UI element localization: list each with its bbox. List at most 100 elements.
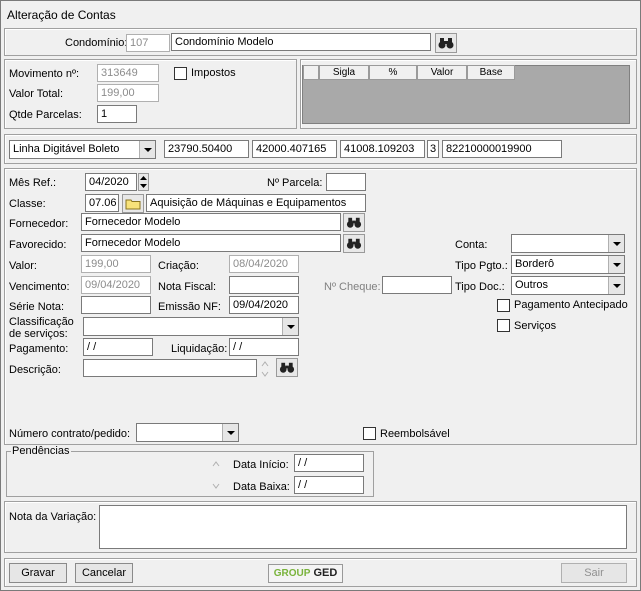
classe-name-field[interactable]: Aquisição de Máquinas e Equipamentos (146, 194, 366, 212)
conta-label: Conta: (455, 239, 488, 251)
mes-ref-field[interactable]: 04/2020 (85, 173, 137, 191)
binoculars-icon (279, 362, 295, 373)
num-parcela-field[interactable] (326, 173, 366, 191)
movimento-label: Movimento nº: (9, 68, 80, 80)
descricao-label: Descrição: (9, 364, 61, 376)
chevron-down-icon (608, 235, 624, 252)
qtde-parcelas-label: Qtde Parcelas: (9, 109, 82, 121)
tax-grid-col-base[interactable]: Base (467, 65, 515, 80)
favorecido-label: Favorecido: (9, 239, 67, 251)
liquidacao-field[interactable]: / / (229, 338, 299, 356)
barcode-type-select[interactable]: Linha Digitável Boleto (9, 140, 156, 159)
classe-code-field[interactable]: 07.06 (85, 194, 119, 212)
descricao-scroll[interactable] (259, 359, 271, 379)
emissao-nf-field[interactable]: 09/04/2020 (229, 296, 299, 314)
pagamento-field[interactable]: / / (83, 338, 153, 356)
barcode-field-1[interactable]: 23790.50400 (164, 140, 249, 158)
classificacao-label-1: Classificação (9, 316, 74, 328)
pagamento-antecipado-label: Pagamento Antecipado (514, 299, 628, 311)
spinner-arrows-icon (140, 176, 147, 188)
valor-total-label: Valor Total: (9, 88, 64, 100)
emissao-nf-label: Emissão NF: (158, 301, 221, 313)
pendencias-scroll[interactable] (209, 456, 223, 494)
barcode-field-3[interactable]: 41008.109203 (340, 140, 425, 158)
conta-select[interactable] (511, 234, 625, 253)
valor-total-field[interactable]: 199,00 (97, 84, 159, 102)
data-inicio-label: Data Início: (233, 459, 289, 471)
nota-variacao-label: Nota da Variação: (9, 511, 97, 523)
pagamento-antecipado-checkbox[interactable] (497, 299, 510, 312)
chevron-down-icon (282, 318, 298, 335)
servicos-label: Serviços (514, 320, 557, 332)
data-baixa-field[interactable]: / / (294, 476, 364, 494)
num-parcela-label: Nº Parcela: (267, 177, 323, 189)
impostos-checkbox[interactable] (174, 67, 187, 80)
qtde-parcelas-field[interactable]: 1 (97, 105, 137, 123)
numero-contrato-select[interactable] (136, 423, 239, 442)
num-cheque-label: Nº Cheque: (324, 281, 381, 293)
reembolsavel-label: Reembolsável (380, 428, 450, 440)
gravar-label: Gravar (21, 567, 55, 579)
num-cheque-field[interactable] (382, 276, 452, 294)
serie-nota-label: Série Nota: (9, 301, 65, 313)
barcode-field-5[interactable]: 82210000019900 (442, 140, 562, 158)
condominio-label: Condomínio: (65, 37, 128, 49)
window: Alteração de Contas Condomínio: 107 Cond… (0, 0, 641, 591)
reembolsavel-checkbox[interactable] (363, 427, 376, 440)
binoculars-icon (438, 38, 454, 49)
serie-nota-field[interactable] (81, 296, 151, 314)
pagamento-label: Pagamento: (9, 343, 69, 355)
impostos-label: Impostos (191, 67, 236, 79)
descricao-search-button[interactable] (276, 358, 298, 377)
valor-field[interactable]: 199,00 (81, 255, 151, 273)
fornecedor-label: Fornecedor: (9, 218, 69, 230)
criacao-label: Criação: (158, 260, 199, 272)
sair-button[interactable]: Sair (561, 563, 627, 583)
nota-fiscal-label: Nota Fiscal: (158, 281, 217, 293)
tax-grid-col-sigla[interactable]: Sigla (319, 65, 369, 80)
criacao-field[interactable]: 08/04/2020 (229, 255, 299, 273)
valor-label: Valor: (9, 260, 37, 272)
classificacao-label-2: de serviços: (9, 328, 68, 340)
barcode-field-2[interactable]: 42000.407165 (252, 140, 337, 158)
classificacao-select[interactable] (83, 317, 299, 336)
tax-grid-col-percent[interactable]: % (369, 65, 417, 80)
data-inicio-field[interactable]: / / (294, 454, 364, 472)
cancelar-button[interactable]: Cancelar (75, 563, 133, 583)
vencimento-field[interactable]: 09/04/2020 (81, 276, 151, 294)
tax-grid-corner (303, 65, 319, 80)
logo-ged-text: GED (313, 567, 338, 579)
gravar-button[interactable]: Gravar (9, 563, 67, 583)
descricao-field[interactable] (83, 359, 257, 377)
binoculars-icon (346, 217, 362, 228)
nota-variacao-field[interactable] (99, 505, 627, 549)
logo-group-text: GROUP (273, 568, 311, 579)
servicos-checkbox[interactable] (497, 319, 510, 332)
tipo-pgto-value: Borderô (515, 258, 555, 270)
data-baixa-label: Data Baixa: (233, 481, 290, 493)
numero-contrato-label: Número contrato/pedido: (9, 428, 131, 440)
liquidacao-label: Liquidação: (171, 343, 228, 355)
favorecido-search-button[interactable] (343, 234, 365, 253)
tipo-pgto-select[interactable]: Borderô (511, 255, 625, 274)
condominio-name-field[interactable]: Condomínio Modelo (171, 33, 431, 51)
chevron-down-icon (222, 424, 238, 441)
chevron-down-icon (608, 256, 624, 273)
fornecedor-field[interactable]: Fornecedor Modelo (81, 213, 341, 231)
fornecedor-search-button[interactable] (343, 213, 365, 232)
sair-label: Sair (584, 567, 604, 579)
pendencias-text[interactable] (9, 456, 207, 494)
nota-fiscal-field[interactable] (229, 276, 299, 294)
tipo-doc-select[interactable]: Outros (511, 276, 625, 295)
cancelar-label: Cancelar (81, 567, 127, 579)
favorecido-field[interactable]: Fornecedor Modelo (81, 234, 341, 252)
condominio-code-field[interactable]: 107 (126, 34, 170, 52)
tax-grid-col-valor[interactable]: Valor (417, 65, 467, 80)
barcode-field-4[interactable]: 3 (427, 140, 439, 158)
tipo-doc-value: Outros (515, 279, 549, 291)
mes-ref-spinner[interactable] (138, 173, 149, 191)
movimento-field[interactable]: 313649 (97, 64, 159, 82)
classe-browse-button[interactable] (122, 194, 144, 213)
condominio-search-button[interactable] (435, 33, 457, 53)
mes-ref-label: Mês Ref.: (9, 177, 57, 189)
